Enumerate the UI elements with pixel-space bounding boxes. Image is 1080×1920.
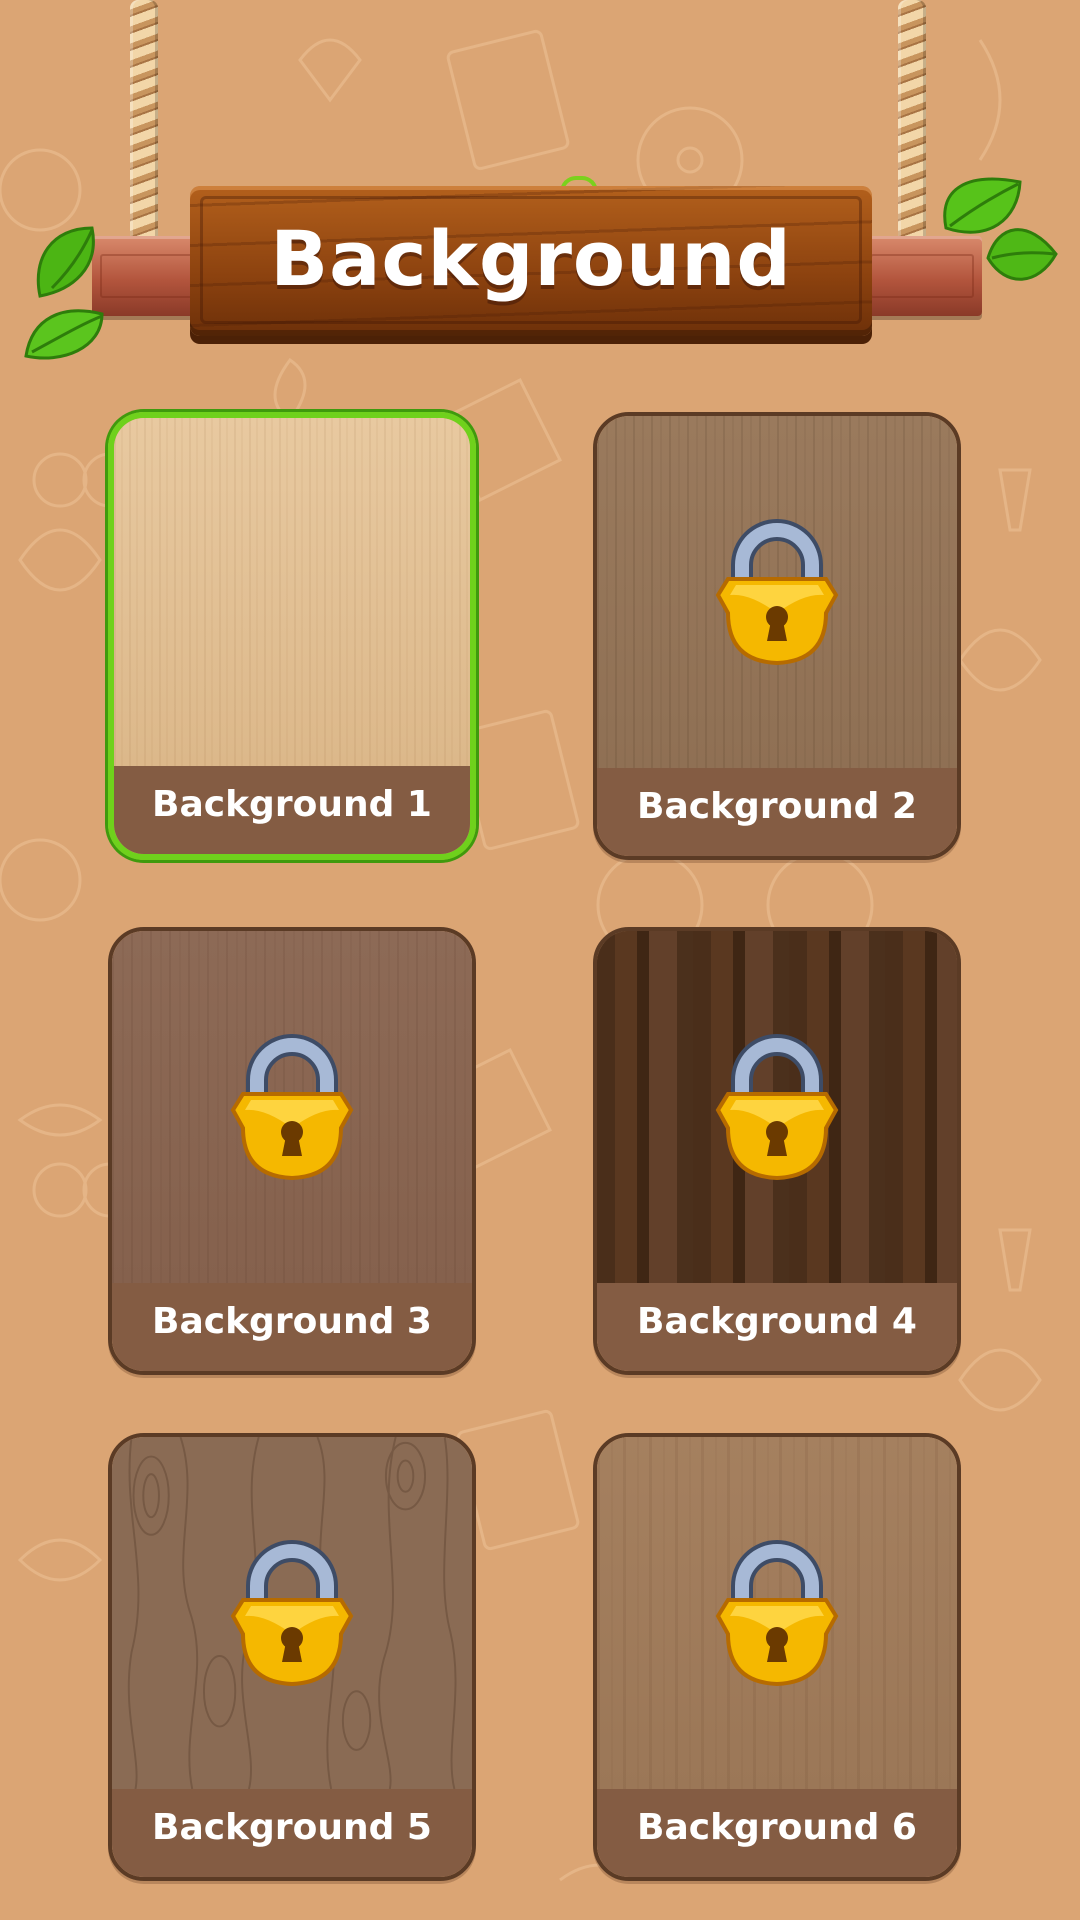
background-card-4[interactable]: Background 4 [593,927,961,1375]
card-label: Background 2 [637,786,917,827]
card-label-bar: Background 3 [112,1283,472,1371]
card-label: Background 1 [152,784,432,825]
background-preview-5 [112,1437,472,1789]
card-label: Background 6 [637,1807,917,1848]
background-preview-2 [597,416,957,768]
card-label-bar: Background 6 [597,1789,957,1877]
padlock-icon [715,1034,839,1181]
left-rope [130,0,158,258]
padlock-icon [715,519,839,666]
card-label-bar: Background 5 [112,1789,472,1877]
card-label-bar: Background 4 [597,1283,957,1371]
background-preview-1 [114,418,470,766]
background-card-6[interactable]: Background 6 [593,1433,961,1881]
title-sign: Background [190,186,872,336]
card-label: Background 4 [637,1301,917,1342]
background-card-3[interactable]: Background 3 [108,927,476,1375]
background-card-1[interactable]: Background 1 [108,412,476,860]
card-label-bar: Background 1 [114,766,470,854]
background-preview-6 [597,1437,957,1789]
leaf-icon [24,226,104,360]
padlock-icon [715,1540,839,1687]
leaf-icon [943,177,1058,281]
background-preview-4 [597,931,957,1283]
background-preview-3 [112,931,472,1283]
padlock-icon [230,1034,354,1181]
right-rope [898,0,926,258]
card-label: Background 5 [152,1807,432,1848]
page-title: Background [270,214,792,303]
padlock-icon [230,1540,354,1687]
card-label: Background 3 [152,1301,432,1342]
card-label-bar: Background 2 [597,768,957,856]
background-card-5[interactable]: Background 5 [108,1433,476,1881]
background-card-2[interactable]: Background 2 [593,412,961,860]
